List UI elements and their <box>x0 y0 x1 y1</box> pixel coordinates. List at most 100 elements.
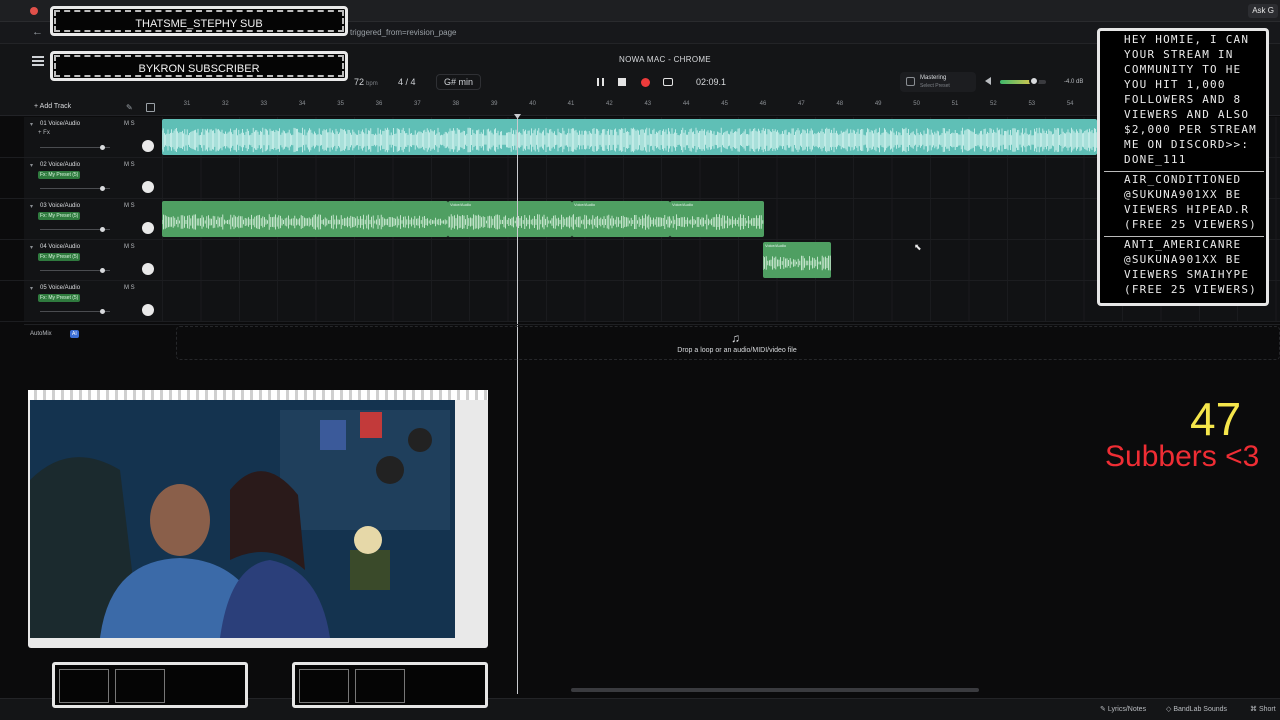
url-text[interactable]: triggered_from=revision_page <box>350 28 457 37</box>
clip-label: Voice/Audio <box>450 202 472 207</box>
pan-knob[interactable] <box>142 222 154 234</box>
time-display: 02:09.1 <box>696 77 727 87</box>
bar-number: 35 <box>337 101 344 107</box>
key-selector[interactable]: G# min <box>436 74 482 90</box>
track-expand-icon[interactable]: ▾ <box>30 244 33 251</box>
clip-label: Voice/Audio <box>672 202 694 207</box>
mastering-button[interactable]: Mastering Select Preset <box>900 72 976 92</box>
fx-preset-chip[interactable]: Fx: My Preset (5) <box>38 171 81 179</box>
chat-line: YOU HIT 1,000 <box>1124 78 1226 91</box>
mute-solo-buttons[interactable]: M S <box>124 121 135 127</box>
track-row: ▾ 02 Voice/Audio Fx: My Preset (5) M S <box>0 158 1280 199</box>
track-name[interactable]: 03 Voice/Audio <box>40 203 80 209</box>
fx-preset-chip[interactable]: Fx: My Preset (5) <box>38 294 81 302</box>
ai-badge: AI <box>70 330 79 338</box>
volume-icon[interactable] <box>985 77 991 85</box>
thumb-slot <box>355 669 405 703</box>
fx-preset-chip[interactable]: Fx: My Preset (5) <box>38 253 81 261</box>
track-volume-fader[interactable] <box>40 227 110 232</box>
chat-line: VIEWERS HIPEAD.R <box>1124 203 1250 216</box>
hamburger-menu-icon[interactable] <box>32 56 44 66</box>
time-signature[interactable]: 4 / 4 <box>398 77 416 87</box>
fx-preset-chip[interactable]: Fx: My Preset (5) <box>38 212 81 220</box>
master-volume-knob[interactable] <box>1029 76 1039 86</box>
bar-number: 52 <box>990 101 997 107</box>
record-button[interactable] <box>637 74 653 90</box>
audio-clip[interactable]: Voice/Audio <box>763 242 831 278</box>
pause-button[interactable] <box>592 74 608 90</box>
mastering-icon <box>906 77 915 86</box>
track-list: ▾ 01 Voice/Audio + Fx M S ▾ 02 Voice/Audio Fx:… <box>0 117 1280 323</box>
playhead[interactable] <box>517 116 518 694</box>
mute-solo-buttons[interactable]: M S <box>124 203 135 209</box>
audio-clip[interactable]: Voice/Audio <box>448 201 572 237</box>
pan-knob[interactable] <box>142 263 154 275</box>
pan-knob[interactable] <box>142 181 154 193</box>
stop-button[interactable] <box>614 74 630 90</box>
pan-knob[interactable] <box>142 140 154 152</box>
master-volume-slider[interactable] <box>1000 80 1046 84</box>
fader-handle[interactable] <box>99 268 105 273</box>
tool-grid-icon[interactable] <box>146 103 155 112</box>
bar-number: 47 <box>798 101 805 107</box>
ask-button[interactable]: Ask G <box>1248 4 1278 18</box>
track-expand-icon[interactable]: ▾ <box>30 162 33 169</box>
fader-handle[interactable] <box>99 186 105 191</box>
chat-line: (FREE 25 VIEWERS) <box>1124 283 1257 296</box>
chat-line: FOLLOWERS AND 8 <box>1124 93 1242 106</box>
mute-solo-buttons[interactable]: M S <box>124 244 135 250</box>
track-volume-fader[interactable] <box>40 268 110 273</box>
sub-alert-bottom: BYKRON SUBSCRIBER <box>50 51 348 81</box>
drop-zone[interactable] <box>176 326 1280 360</box>
bar-number: 49 <box>874 101 882 107</box>
bar-number: 44 <box>682 101 690 107</box>
track-header[interactable]: ▾ 02 Voice/Audio Fx: My Preset (5) M S <box>24 158 162 198</box>
track-volume-fader[interactable] <box>40 145 110 150</box>
add-track-button[interactable]: + Add Track <box>34 103 71 110</box>
automix-label[interactable]: AutoMix <box>30 331 52 337</box>
loop-button[interactable] <box>660 74 676 90</box>
chat-overlay: HEY HOMIE, I CAN YOUR STREAM IN COMMUNITY … <box>1097 28 1269 306</box>
close-window-button[interactable] <box>30 7 38 15</box>
mute-solo-buttons[interactable]: M S <box>124 285 135 291</box>
track-volume-fader[interactable] <box>40 186 110 191</box>
audio-clip[interactable]: Voice/Audio <box>572 201 670 237</box>
add-fx-button[interactable]: + Fx <box>38 130 50 136</box>
track-header[interactable]: ▾ 04 Voice/Audio Fx: My Preset (5) M S <box>24 240 162 280</box>
fader-handle[interactable] <box>99 309 105 314</box>
window-title: NOWA MAC - CHROME <box>619 55 711 64</box>
track-volume-fader[interactable] <box>40 309 110 314</box>
waveform <box>448 214 572 230</box>
bar-number: 51 <box>951 101 959 107</box>
timeline-ruler-row: + Add Track ✎ 31 32 33 34 35 36 37 38 39 40 41 42 43… <box>0 100 1280 116</box>
track-header[interactable]: ▾ 03 Voice/Audio Fx: My Preset (5) M S <box>24 199 162 239</box>
mouse-cursor-icon: ⬉ <box>914 242 922 252</box>
horizontal-scrollbar[interactable] <box>571 688 979 692</box>
track-header[interactable]: ▾ 05 Voice/Audio Fx: My Preset (5) M S <box>24 281 162 321</box>
bpm-display[interactable]: 72 bpm <box>354 77 378 87</box>
lyrics-notes-button[interactable]: ✎ Lyrics/Notes <box>1100 705 1146 713</box>
audio-clip[interactable] <box>162 201 448 237</box>
track-name[interactable]: 05 Voice/Audio <box>40 285 80 291</box>
track-name[interactable]: 04 Voice/Audio <box>40 244 80 250</box>
chat-line: @SUKUNA901XX BE <box>1124 188 1242 201</box>
track-name[interactable]: 02 Voice/Audio <box>40 162 80 168</box>
track-expand-icon[interactable]: ▾ <box>30 285 33 292</box>
audio-clip[interactable] <box>162 119 1097 155</box>
mute-solo-buttons[interactable]: M S <box>124 162 135 168</box>
track-header[interactable]: ▾ 01 Voice/Audio + Fx M S <box>24 117 162 157</box>
back-arrow-icon[interactable]: ← <box>32 26 43 38</box>
pan-knob[interactable] <box>142 304 154 316</box>
shortcuts-button[interactable]: ⌘ Short <box>1250 705 1276 713</box>
track-name[interactable]: 01 Voice/Audio <box>40 121 80 127</box>
waveform <box>162 127 1097 153</box>
bandlab-sounds-button[interactable]: ◇ BandLab Sounds <box>1166 705 1227 713</box>
fader-handle[interactable] <box>99 145 105 150</box>
track-expand-icon[interactable]: ▾ <box>30 203 33 210</box>
chat-line: VIEWERS SMAIHYPE <box>1124 268 1250 281</box>
fader-handle[interactable] <box>99 227 105 232</box>
track-expand-icon[interactable]: ▾ <box>30 121 33 128</box>
tool-pencil-icon[interactable]: ✎ <box>126 103 133 112</box>
audio-clip[interactable]: Voice/Audio <box>670 201 764 237</box>
bar-number: 31 <box>183 101 191 107</box>
